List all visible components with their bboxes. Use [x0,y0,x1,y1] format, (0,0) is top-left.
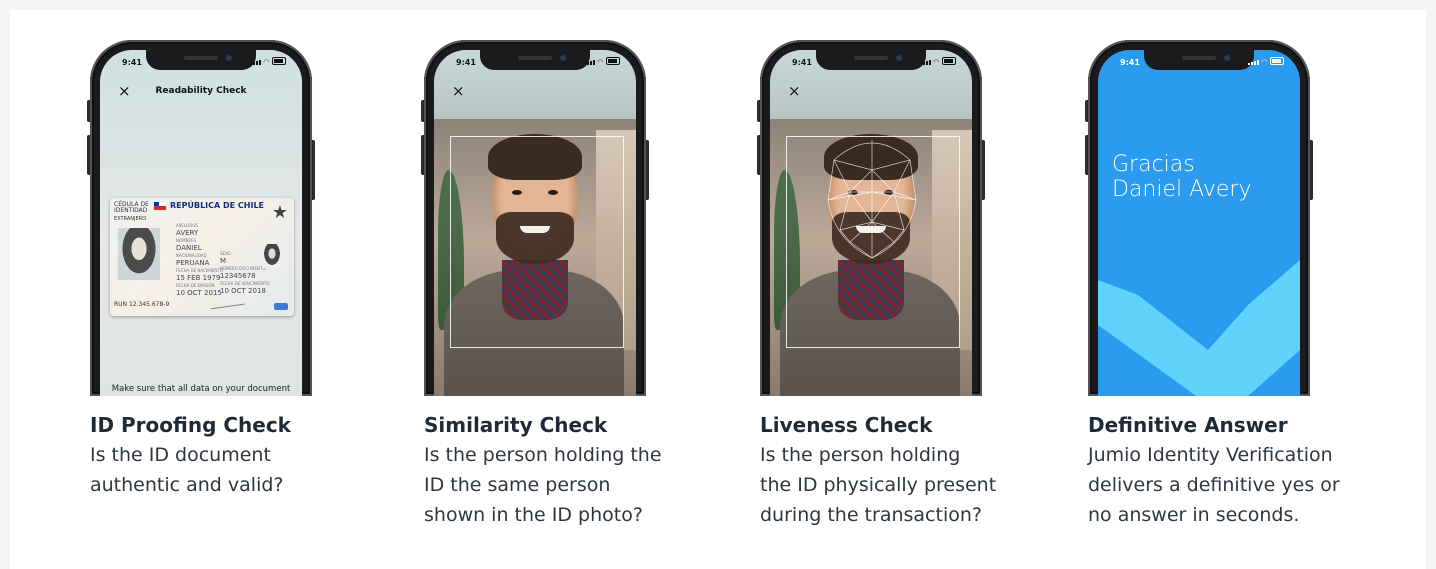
phone-screen-liveness: 9:41 ◠ × [770,50,972,396]
phone-mockup: 9:41 ◠ × [421,40,649,396]
phone-screen-selfie: 9:41 ◠ × [434,50,636,396]
close-icon[interactable]: × [788,84,801,99]
status-time: 9:41 [122,58,142,67]
id-logo-icon [274,303,288,310]
status-bar: 9:41 ◠ [1098,50,1300,72]
id-category: EXTRANJERO [114,216,147,222]
status-time: 9:41 [1120,58,1140,67]
status-bar: 9:41 ◠ [100,50,302,72]
face-capture-frame [786,136,960,348]
battery-icon [1270,57,1284,65]
id-card-image: CÉDULA DE IDENTIDAD REPÚBLICA DE CHILE E… [110,198,294,316]
battery-icon [272,57,286,65]
id-photo [118,228,160,280]
signal-icon [583,60,595,65]
feature-title: ID Proofing Check [90,413,291,437]
status-bar: 9:41 ◠ [770,50,972,72]
feature-definitive-answer: 9:41 ◠ Gracias Daniel Avery Definitive A… [1085,40,1388,530]
phone-mockup: 9:41 ◠ Gracias Daniel Avery [1085,40,1313,396]
screen-instruction: Make sure that all data on your document [111,384,291,394]
phone-screen-readability: 9:41 ◠ × Readability Check CÉDULA DE IDE… [100,50,302,396]
feature-id-proofing: 9:41 ◠ × Readability Check CÉDULA DE IDE… [87,40,390,500]
face-capture-frame [450,136,624,348]
phone-screen-success: 9:41 ◠ Gracias Daniel Avery [1098,50,1300,396]
feature-title: Liveness Check [760,413,933,437]
signal-icon [249,60,261,65]
wifi-icon: ◠ [1261,58,1267,66]
status-bar: 9:41 ◠ [434,50,636,72]
wifi-icon: ◠ [597,58,603,66]
feature-description: Is the person holding the ID physically … [760,444,997,526]
signal-icon [919,60,931,65]
feature-title: Similarity Check [424,413,608,437]
close-icon[interactable]: × [452,84,465,99]
signal-icon [1247,60,1259,65]
battery-icon [942,57,956,65]
phone-mockup: 9:41 ◠ × [757,40,985,396]
wifi-icon: ◠ [263,58,269,66]
features-card: 9:41 ◠ × Readability Check CÉDULA DE IDE… [10,10,1426,569]
close-icon[interactable]: × [118,84,131,99]
star-icon: ★ [271,202,288,223]
phone-mockup: 9:41 ◠ × Readability Check CÉDULA DE IDE… [87,40,315,396]
id-signature [209,289,245,310]
chile-flag-icon [154,202,166,210]
id-ghost-photo [262,244,282,268]
id-run: RUN 12.345.678-9 [114,301,170,308]
feature-similarity: 9:41 ◠ × Similarity Check Is the person … [421,40,724,530]
feature-description: Is the ID document authentic and valid? [90,444,284,496]
feature-liveness: 9:41 ◠ × Liveness Check Is the person ho… [757,40,1060,530]
feature-description: Jumio Identity Verification delivers a d… [1088,444,1340,526]
success-message: Gracias Daniel Avery [1112,152,1252,202]
id-doc-type: CÉDULA DE IDENTIDAD [114,201,149,214]
wifi-icon: ◠ [933,58,939,66]
feature-title: Definitive Answer [1088,413,1288,437]
checkmark-icon [1098,260,1300,396]
id-country: REPÚBLICA DE CHILE [170,201,264,210]
battery-icon [606,57,620,65]
feature-description: Is the person holding the ID the same pe… [424,444,662,526]
id-fields-left: APELLIDOS AVERY NOMBRES DANIEL NACIONALI… [176,223,223,297]
status-time: 9:41 [792,58,812,67]
status-time: 9:41 [456,58,476,67]
